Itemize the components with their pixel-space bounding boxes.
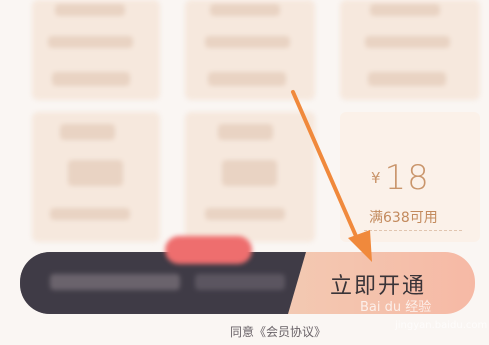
annotation-arrow (291, 90, 372, 262)
arrow-head (348, 230, 372, 262)
watermark-url: jingyan.baidu.com (395, 320, 488, 331)
watermark-brand: Bai du 经验 (360, 300, 432, 315)
arrow-shaft (291, 90, 361, 245)
